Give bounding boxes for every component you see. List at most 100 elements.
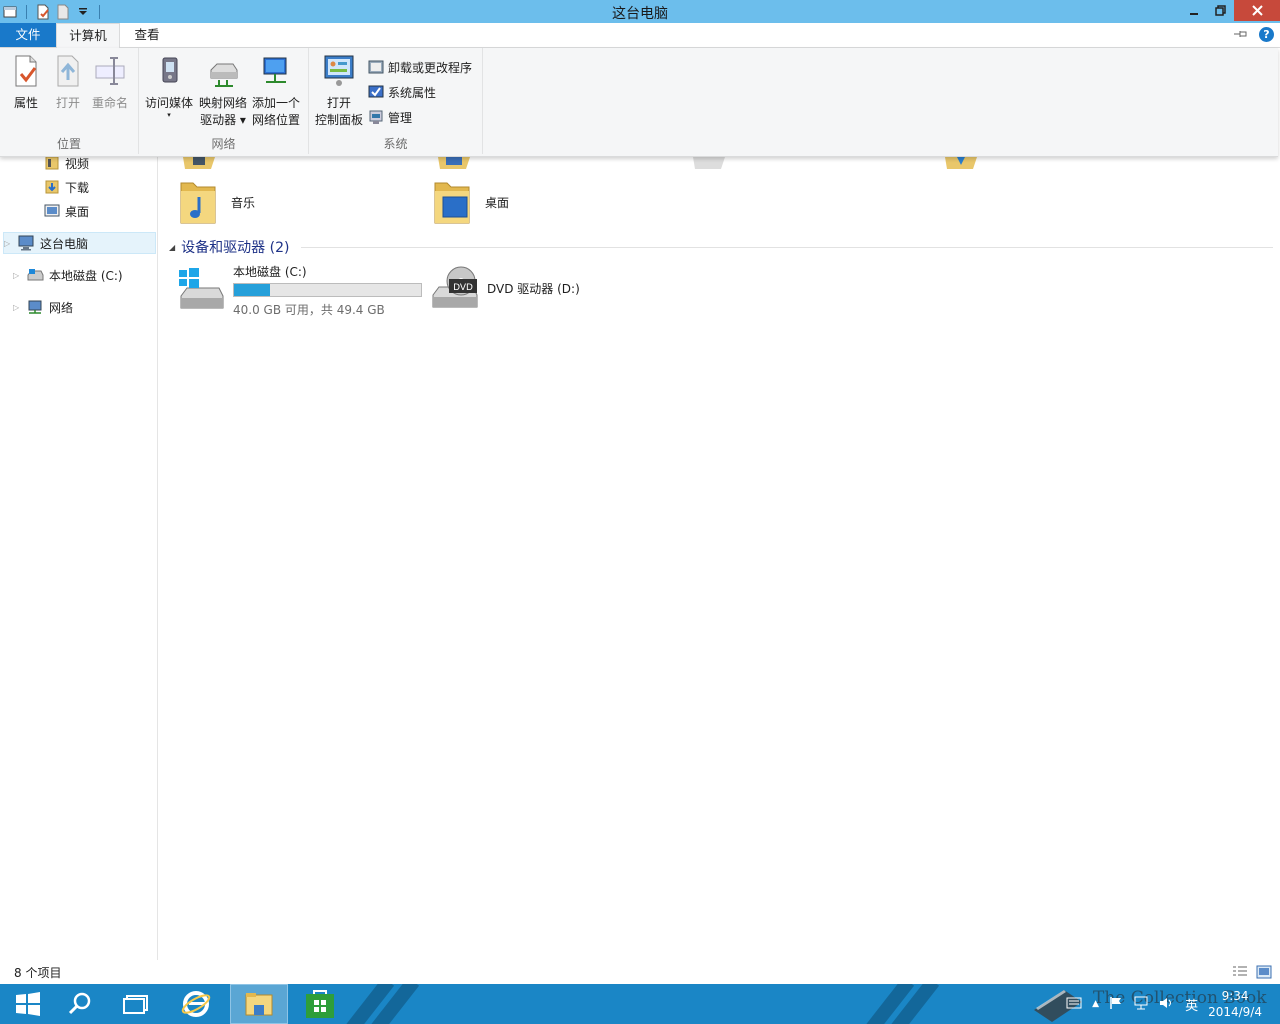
uninstall-programs-button[interactable]: 卸载或更改程序 [368, 57, 472, 77]
section-divider [301, 246, 1273, 248]
map-drive-label-1: 映射网络 [198, 96, 247, 110]
network-tray-icon[interactable] [1133, 996, 1149, 1013]
nav-label: 下载 [65, 180, 90, 195]
nav-label: 桌面 [65, 204, 90, 219]
restore-button[interactable] [1207, 0, 1234, 21]
pin-ribbon-icon[interactable] [1233, 28, 1249, 42]
ribbon-group-location: 属性 打开 重命名 位置 [0, 48, 139, 154]
devices-section-header[interactable]: ◢ 设备和驱动器 (2) [169, 237, 1273, 257]
expand-arrow-icon[interactable]: ▷ [4, 239, 12, 248]
devices-header-label: 设备和驱动器 (2) [181, 240, 290, 256]
open-icon [57, 55, 79, 87]
add-location-label-1: 添加一个 [251, 96, 300, 110]
clock[interactable]: 9:34 2014/9/4 [1208, 988, 1262, 1020]
hidden-folder-icon [945, 157, 977, 169]
item-count: 8 个项目 [14, 966, 62, 980]
local-disk-icon [27, 269, 44, 281]
open-cp-label-1: 打开 [326, 96, 351, 110]
search-button[interactable] [52, 984, 108, 1024]
minimize-button[interactable] [1180, 0, 1207, 21]
map-network-drive-button[interactable]: 映射网络 驱动器 ▾ [197, 54, 249, 129]
large-icons-view-icon[interactable] [1256, 965, 1272, 979]
desktop-folder-icon [434, 182, 470, 224]
open-label: 打开 [55, 96, 80, 110]
system-properties-icon [368, 85, 384, 98]
manage-icon [369, 110, 383, 124]
search-icon [68, 992, 91, 1015]
hidden-folder-icon [693, 157, 725, 169]
drive-c-info: 40.0 GB 可用，共 49.4 GB [233, 303, 385, 317]
store-icon [306, 990, 334, 1018]
properties-button[interactable]: 属性 [8, 54, 44, 112]
add-network-location-icon [263, 57, 287, 83]
videos-folder-icon [45, 156, 59, 170]
show-hidden-icons-icon[interactable]: ▲ [1092, 999, 1099, 1009]
music-folder-icon [180, 182, 216, 224]
start-button[interactable] [0, 984, 56, 1024]
window-title: 这台电脑 [612, 6, 668, 22]
nav-item-this-pc[interactable]: ▷ 这台电脑 [3, 232, 156, 254]
close-button[interactable] [1234, 0, 1280, 21]
status-bar: 8 个项目 [0, 960, 1280, 984]
system-properties-label: 系统属性 [388, 85, 437, 100]
nav-item-desktop[interactable]: 桌面 [44, 200, 89, 222]
drive-tile-d[interactable]: DVD DVD 驱动器 (D:) [431, 263, 580, 313]
map-drive-label-2: 驱动器 [200, 113, 237, 127]
ribbon-group-network: 访问媒体 ▾ 映射网络 驱动器 ▾ 添加一个 网络位置 网络 [139, 48, 309, 154]
nav-item-local-disk-c[interactable]: ▷ 本地磁盘 (C:) [13, 264, 123, 286]
access-media-icon [162, 57, 178, 83]
ribbon-panel: 属性 打开 重命名 位置 访问媒体 ▾ 映射网络 驱动器 ▾ 添加一个 网络位置… [0, 48, 1278, 157]
map-drive-icon [210, 63, 238, 87]
local-disk-c-icon [179, 267, 224, 308]
keyboard-icon[interactable] [1066, 997, 1082, 1012]
details-view-icon[interactable] [1232, 965, 1248, 979]
tab-view[interactable]: 查看 [126, 23, 168, 47]
tab-computer[interactable]: 计算机 [56, 23, 120, 48]
nav-item-network[interactable]: ▷ 网络 [13, 296, 73, 318]
nav-label: 视频 [65, 156, 90, 171]
clock-time: 9:34 [1221, 989, 1249, 1003]
properties-label: 属性 [13, 96, 38, 110]
volume-icon[interactable] [1159, 996, 1175, 1013]
taskbar: The Collection Book ▲ 英 9:34 2014/9/4 [0, 984, 1280, 1024]
map-drive-dropdown-icon: ▾ [236, 113, 246, 127]
folder-tile-desktop[interactable]: 桌面 [431, 177, 509, 227]
ribbon-tabs: 文件 计算机 查看 ? [0, 23, 1280, 48]
ribbon-group-system: 打开 控制面板 卸载或更改程序 系统属性 管理 系统 [309, 48, 483, 154]
folder-label: 音乐 [231, 195, 256, 210]
drive-c-label: 本地磁盘 (C:) [233, 265, 307, 279]
expand-arrow-icon[interactable]: ▷ [13, 271, 21, 280]
title-bar: 这台电脑 [0, 0, 1280, 23]
manage-button[interactable]: 管理 [368, 107, 412, 127]
access-media-button[interactable]: 访问媒体 ▾ [145, 54, 193, 119]
rename-icon [95, 57, 125, 85]
task-view-button[interactable] [108, 984, 164, 1024]
hidden-folder-icon [183, 157, 215, 169]
add-network-location-button[interactable]: 添加一个 网络位置 [251, 54, 301, 129]
folder-tile-music[interactable]: 音乐 [177, 177, 255, 227]
nav-item-downloads[interactable]: 下载 [44, 176, 89, 198]
this-pc-icon [18, 235, 34, 251]
close-icon [1251, 5, 1263, 16]
nav-label: 本地磁盘 (C:) [49, 268, 123, 283]
help-icon[interactable]: ? [1259, 27, 1274, 42]
system-properties-button[interactable]: 系统属性 [368, 82, 436, 102]
drive-c-usage-bar [233, 283, 422, 297]
drive-tile-c[interactable]: 本地磁盘 (C:) 40.0 GB 可用，共 49.4 GB [177, 263, 422, 318]
taskbar-file-explorer[interactable] [230, 984, 288, 1024]
rename-label: 重命名 [91, 96, 128, 110]
expand-arrow-icon[interactable]: ▷ [13, 303, 21, 312]
taskbar-store[interactable] [292, 984, 348, 1024]
tab-file[interactable]: 文件 [0, 23, 56, 47]
ime-indicator[interactable]: 英 [1185, 995, 1198, 1014]
nav-label: 这台电脑 [40, 236, 89, 251]
rename-button[interactable]: 重命名 [90, 54, 130, 112]
taskbar-internet-explorer[interactable] [168, 984, 224, 1024]
open-control-panel-button[interactable]: 打开 控制面板 [314, 54, 364, 129]
minimize-icon [1189, 12, 1198, 15]
control-panel-icon [324, 55, 354, 86]
action-center-flag-icon[interactable] [1109, 996, 1123, 1013]
open-button[interactable]: 打开 [50, 54, 86, 112]
group-label-network: 网络 [211, 137, 236, 151]
downloads-folder-icon [45, 180, 59, 194]
